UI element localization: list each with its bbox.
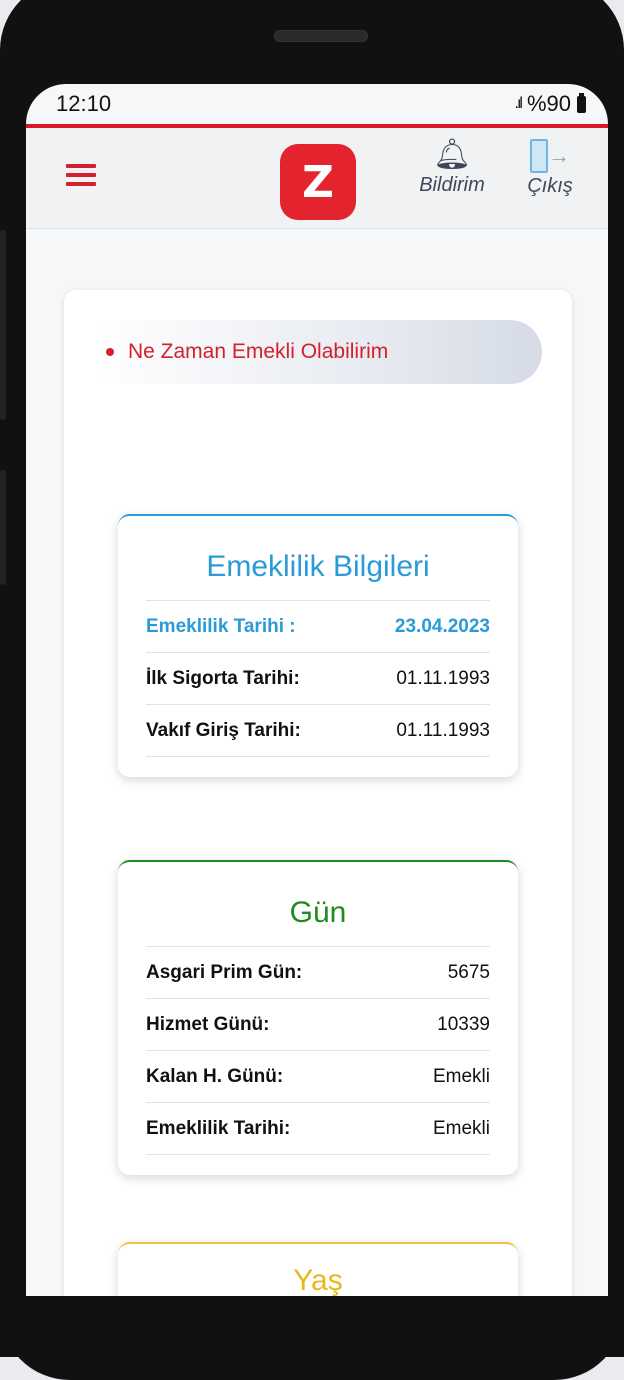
info-row: İlk Sigorta Tarihi: 01.11.1993 (146, 653, 490, 705)
notification-button[interactable]: 🔔︎ Bildirim (408, 136, 496, 197)
volume-button (0, 230, 6, 420)
info-row: Emeklilik Tarihi : 23.04.2023 (146, 601, 490, 653)
info-row: Vakıf Giriş Tarihi: 01.11.1993 (146, 705, 490, 757)
menu-icon[interactable] (66, 164, 96, 186)
battery-icon (577, 92, 586, 113)
info-row: Emeklilik Tarihi: Emekli (146, 1103, 490, 1155)
status-time: 12:10 (56, 91, 112, 116)
retirement-info-card: Emeklilik Bilgileri Emeklilik Tarihi : 2… (118, 514, 518, 777)
info-row: Hizmet Günü: 10339 (146, 999, 490, 1051)
status-bar: 12:10 .ıl %90 (26, 84, 608, 124)
bell-icon: 🔔︎ (432, 138, 472, 171)
days-card: Gün Asgari Prim Gün: 5675 Hizmet Günü: 1… (118, 860, 518, 1175)
bullet-icon (106, 348, 114, 356)
signal-icon: .ıl (514, 95, 524, 112)
logout-label: Çıkış (527, 175, 573, 198)
app-logo[interactable]: Z (280, 144, 356, 220)
content-card: Ne Zaman Emekli Olabilirim Emeklilik Bil… (64, 290, 572, 1316)
logout-icon: → (518, 136, 582, 175)
power-button (0, 470, 6, 585)
phone-bottom-bezel (0, 1296, 624, 1357)
info-row: Kalan H. Günü: Emekli (146, 1051, 490, 1103)
logout-button[interactable]: → Çıkış (518, 136, 582, 198)
app-bar: Z 🔔︎ Bildirim → Çıkış (26, 128, 608, 229)
battery-percent: %90 (526, 91, 571, 116)
info-row: Asgari Prim Gün: 5675 (146, 947, 490, 999)
tab-emekli[interactable]: Ne Zaman Emekli Olabilirim (94, 320, 542, 384)
card-title: Gün (146, 882, 490, 947)
speaker-grille (274, 30, 368, 42)
screen: 12:10 .ıl %90 Z 🔔︎ Bildirim → Çıkış Ne Z… (26, 84, 608, 1316)
card-title: Emeklilik Bilgileri (146, 536, 490, 601)
notification-label: Bildirim (419, 174, 485, 196)
tab-label: Ne Zaman Emekli Olabilirim (128, 340, 389, 363)
